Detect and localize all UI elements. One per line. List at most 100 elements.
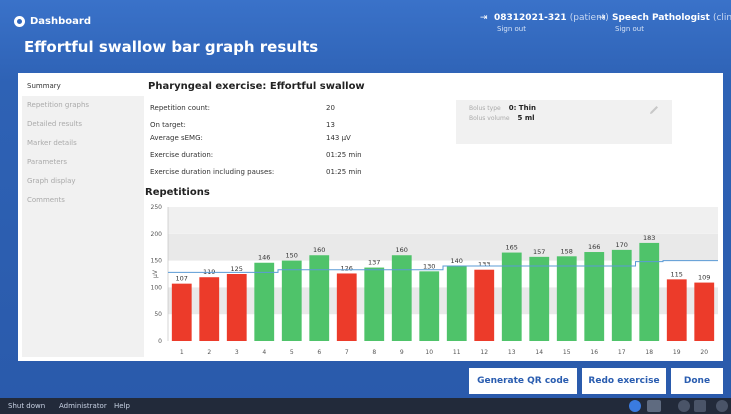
y-axis-label: µV [152, 269, 159, 278]
bar [474, 269, 495, 341]
bolus-volume: Bolus volume 5 ml [469, 114, 535, 122]
sidebar-item-repetition-graphs[interactable]: Repetition graphs [22, 96, 144, 115]
stat-label: Repetition count: [150, 104, 211, 112]
clinician-name: Speech Pathologist [612, 13, 710, 23]
stat-label: On target: [150, 121, 186, 129]
generate-qr-button[interactable]: Generate QR code [469, 368, 577, 394]
clinician-sign-out[interactable]: ⇥ Speech Pathologist (clinician Sign out [598, 13, 731, 33]
x-tick-label: 14 [535, 349, 543, 356]
dashboard-label: Dashboard [30, 16, 91, 27]
x-tick-label: 5 [290, 349, 294, 356]
bolus-volume-value: 5 ml [517, 114, 535, 122]
user-label: Administrator [59, 402, 107, 410]
bar [529, 256, 550, 341]
bar-value-label: 158 [561, 247, 573, 255]
x-tick-label: 8 [372, 349, 376, 356]
sign-out-icon: ⇥ [480, 13, 488, 23]
stat-row: On target: 13 [150, 121, 390, 129]
bar-value-label: 160 [396, 246, 408, 254]
dashboard-link[interactable]: Dashboard [14, 16, 91, 27]
bar [446, 265, 467, 341]
info-icon[interactable] [629, 400, 641, 412]
bar-value-label: 133 [478, 261, 490, 269]
x-tick-label: 18 [645, 349, 653, 356]
x-tick-label: 19 [673, 349, 681, 356]
bar-value-label: 183 [643, 234, 655, 242]
wifi-icon [716, 400, 728, 412]
x-tick-label: 9 [400, 349, 404, 356]
patient-id: 08312021-321 [494, 13, 567, 23]
bolus-type-value: 0: Thin [508, 104, 536, 112]
sidebar: Summary Repetition graphs Detailed resul… [22, 77, 146, 357]
bar-value-label: 115 [671, 270, 683, 278]
clinician-signout-link[interactable]: Sign out [615, 25, 731, 33]
x-tick-label: 15 [563, 349, 571, 356]
bar [611, 249, 632, 341]
sidebar-item-graph-display[interactable]: Graph display [22, 172, 144, 191]
shutdown-link[interactable]: Shut down [8, 402, 45, 410]
y-tick-label: 50 [154, 311, 162, 318]
redo-exercise-button[interactable]: Redo exercise [582, 368, 666, 394]
x-tick-label: 17 [618, 349, 626, 356]
sidebar-item-marker-details[interactable]: Marker details [22, 134, 144, 153]
done-button[interactable]: Done [671, 368, 723, 394]
bar [281, 260, 302, 341]
sidebar-item-comments[interactable]: Comments [22, 191, 144, 210]
bar [226, 274, 247, 341]
bolus-type-label: Bolus type [469, 105, 501, 112]
bar-value-label: 107 [176, 275, 188, 283]
bar-value-label: 125 [231, 265, 243, 273]
bar [254, 262, 275, 341]
sidebar-item-summary[interactable]: Summary [22, 77, 146, 96]
y-tick-label: 150 [151, 258, 163, 265]
patient-sign-out[interactable]: ⇥ 08312021-321 (patient) Sign out [480, 13, 609, 33]
x-tick-label: 12 [480, 349, 488, 356]
bar [556, 256, 577, 341]
x-tick-label: 10 [425, 349, 433, 356]
x-tick-label: 1 [180, 349, 184, 356]
stat-row: Exercise duration: 01:25 min [150, 151, 390, 159]
bar [694, 282, 715, 341]
sidebar-item-detailed-results[interactable]: Detailed results [22, 115, 144, 134]
exercise-title: Pharyngeal exercise: Effortful swallow [148, 81, 365, 92]
x-tick-label: 7 [345, 349, 349, 356]
bar-value-label: 157 [533, 248, 545, 256]
bar-value-label: 160 [313, 246, 325, 254]
clinician-role: (clinician [712, 13, 731, 23]
x-tick-label: 13 [508, 349, 516, 356]
bar [666, 279, 687, 341]
chart-band [168, 287, 718, 315]
bolus-volume-label: Bolus volume [469, 115, 510, 122]
patient-signout-link[interactable]: Sign out [497, 25, 609, 33]
x-tick-label: 11 [453, 349, 461, 356]
window-icon [694, 400, 706, 412]
sidebar-item-parameters[interactable]: Parameters [22, 153, 144, 172]
x-tick-label: 6 [317, 349, 321, 356]
pencil-icon[interactable] [648, 104, 660, 116]
bar-value-label: 109 [698, 274, 710, 282]
bar-value-label: 165 [506, 244, 518, 252]
bar [584, 252, 605, 341]
target-line [168, 260, 718, 273]
help-link[interactable]: Help [114, 402, 130, 410]
stat-label: Exercise duration: [150, 151, 214, 159]
stat-label: Exercise duration including pauses: [150, 168, 275, 176]
summary-content: Pharyngeal exercise: Effortful swallow R… [145, 73, 723, 361]
bar [639, 242, 660, 341]
bar-value-label: 126 [341, 264, 353, 272]
header: Dashboard Effortful swallow bar graph re… [0, 0, 731, 74]
stat-label: Average sEMG: [150, 134, 203, 142]
bar-value-label: 166 [588, 243, 600, 251]
repetitions-title: Repetitions [145, 187, 210, 198]
stat-value: 13 [326, 121, 335, 129]
bar [309, 255, 330, 341]
bar [171, 283, 192, 341]
y-tick-label: 0 [158, 338, 162, 345]
stat-row: Repetition count: 20 [150, 104, 390, 112]
status-icon [678, 400, 690, 412]
stat-value: 01:25 min [326, 168, 362, 176]
bar [419, 271, 440, 341]
bar [364, 267, 385, 341]
app-window: Dashboard Effortful swallow bar graph re… [0, 0, 731, 414]
repetitions-chart-svg: 050100150200250µV10711192125314641505160… [151, 204, 718, 356]
